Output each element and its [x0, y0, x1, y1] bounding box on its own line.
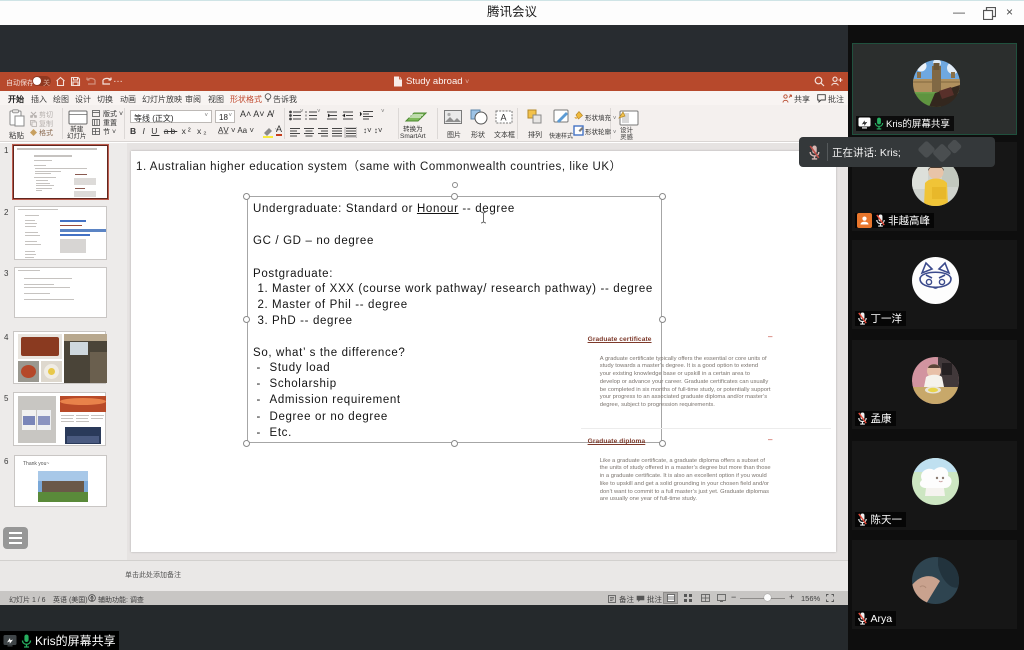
svg-text:A: A — [501, 113, 507, 123]
